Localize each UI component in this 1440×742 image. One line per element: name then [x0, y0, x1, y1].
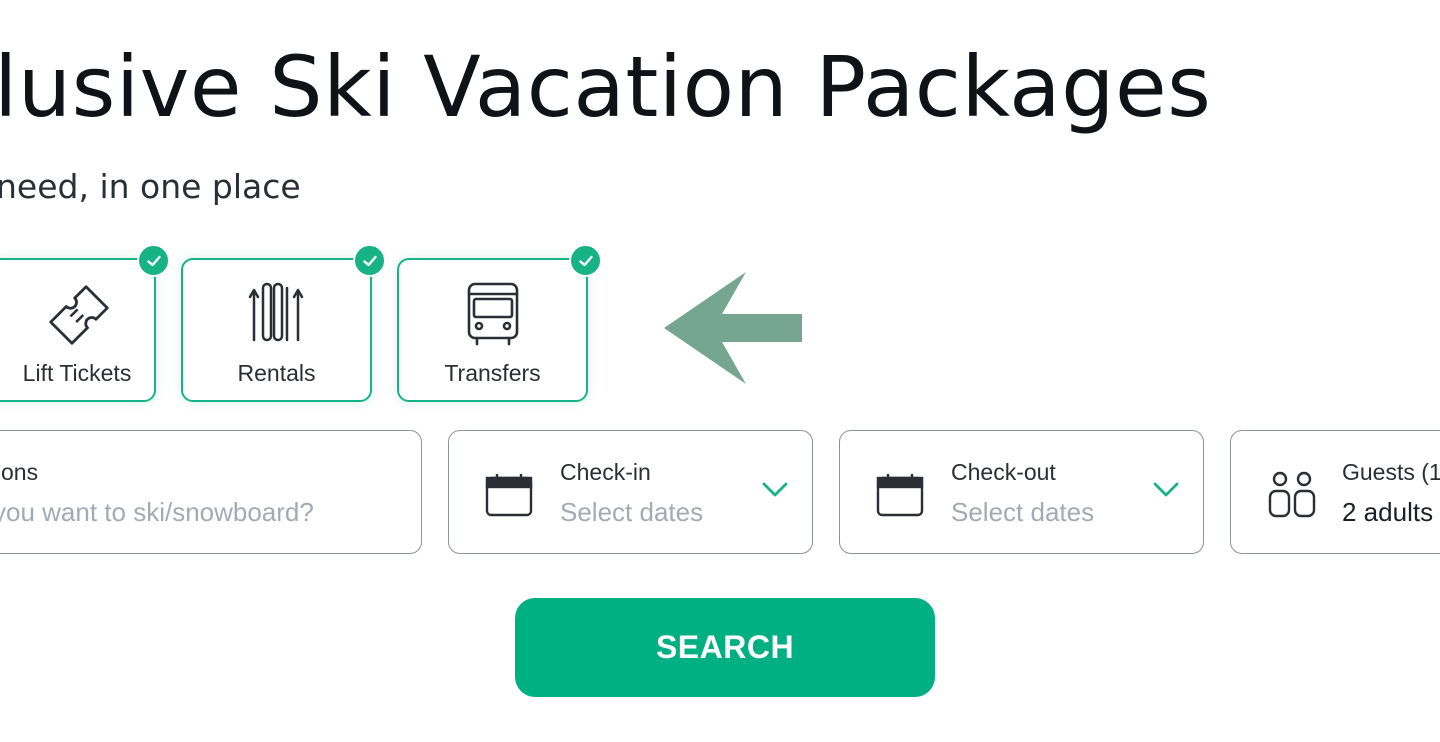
checkout-field[interactable]: Check-out Select dates	[839, 430, 1204, 554]
check-icon	[353, 244, 386, 277]
ticket-icon	[44, 280, 114, 355]
guests-label: Guests (1	[1342, 459, 1440, 485]
destination-input[interactable]: you want to ski/snowboard?	[0, 497, 314, 528]
guests-icon	[1267, 471, 1317, 524]
checkout-label: Check-out	[951, 459, 1056, 485]
destination-field[interactable]: ons you want to ski/snowboard?	[0, 430, 422, 554]
check-icon	[569, 244, 602, 277]
product-label: Rentals	[237, 360, 316, 386]
checkin-input[interactable]: Select dates	[560, 497, 703, 528]
guests-value[interactable]: 2 adults	[1342, 497, 1433, 528]
page-title: lusive Ski Vacation Packages	[0, 38, 1212, 136]
product-card-transfers[interactable]: Transfers	[397, 244, 602, 402]
checkin-label: Check-in	[560, 459, 651, 485]
chevron-down-icon[interactable]	[761, 481, 789, 504]
page-subtitle: need, in one place	[0, 167, 301, 206]
checkin-field[interactable]: Check-in Select dates	[448, 430, 813, 554]
calendar-icon	[485, 473, 533, 522]
bus-icon	[463, 280, 523, 353]
page: lusive Ski Vacation Packages need, in on…	[0, 0, 1440, 742]
product-card-rentals[interactable]: Rentals	[181, 244, 386, 402]
check-icon	[137, 244, 170, 277]
destination-label: ons	[1, 459, 39, 485]
ski-rentals-icon	[247, 280, 307, 353]
left-arrow-icon	[656, 270, 806, 391]
product-label: Transfers	[444, 360, 541, 386]
calendar-icon	[876, 473, 924, 522]
guests-field[interactable]: Guests (1 2 adults	[1230, 430, 1440, 554]
chevron-down-icon[interactable]	[1152, 481, 1180, 504]
search-button[interactable]: SEARCH	[515, 598, 935, 697]
checkout-input[interactable]: Select dates	[951, 497, 1094, 528]
product-card-lift-tickets[interactable]: Lift Tickets	[0, 244, 170, 402]
product-label: Lift Tickets	[22, 360, 132, 386]
